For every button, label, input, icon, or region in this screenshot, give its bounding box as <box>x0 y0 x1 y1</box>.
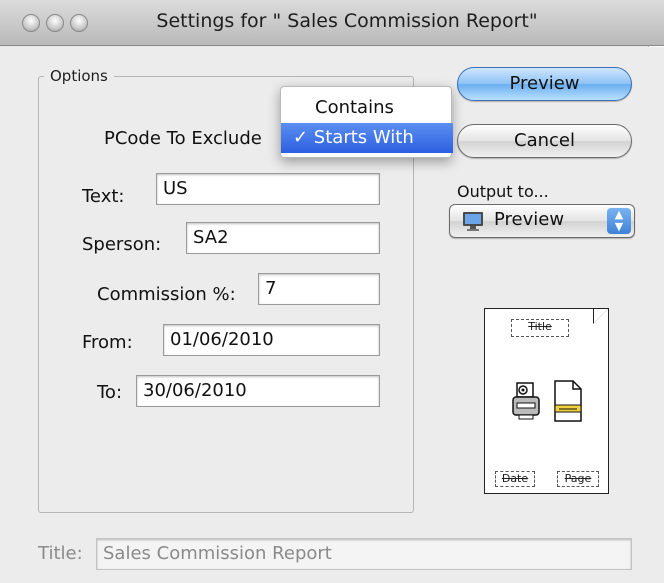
output-to-select[interactable]: Preview ▲ ▼ <box>449 204 635 238</box>
sperson-label: Sperson: <box>82 234 162 255</box>
text-label: Text: <box>82 186 125 207</box>
cancel-button[interactable]: Cancel <box>457 124 632 158</box>
pcode-match-menu: Contains ✓ Starts With <box>280 86 453 158</box>
preview-button[interactable]: Preview <box>457 67 632 101</box>
commission-label: Commission %: <box>97 284 236 305</box>
sperson-field[interactable]: SA2 <box>186 222 380 254</box>
text-field[interactable]: US <box>156 173 380 205</box>
monitor-icon <box>462 211 484 235</box>
menu-item-starts-with[interactable]: ✓ Starts With <box>281 123 453 153</box>
select-arrows-icon: ▲ ▼ <box>607 208 631 234</box>
from-label: From: <box>82 332 133 353</box>
footer-title-label: Title: <box>38 543 83 564</box>
printer-icon <box>511 381 545 425</box>
page-fold-corner-fill <box>594 309 608 323</box>
from-date-field[interactable]: 01/06/2010 <box>163 324 380 356</box>
window-titlebar: Settings for " Sales Commission Report" <box>0 0 664 46</box>
pcode-label: PCode To Exclude <box>104 128 262 149</box>
output-to-label: Output to... <box>457 182 549 201</box>
options-group-label: Options <box>44 67 114 85</box>
preview-date-box: Date <box>495 471 535 487</box>
footer-title-field[interactable]: Sales Commission Report <box>96 538 632 570</box>
preview-page-box: Page <box>557 471 599 487</box>
window-title: Settings for " Sales Commission Report" <box>156 10 538 32</box>
page-layout-preview: Title Date Page <box>484 308 609 494</box>
menu-item-contains[interactable]: Contains <box>281 93 453 123</box>
output-selected-value: Preview <box>494 209 565 230</box>
to-date-field[interactable]: 30/06/2010 <box>136 375 380 407</box>
report-page-icon <box>551 379 585 427</box>
preview-title-box: Title <box>511 319 569 337</box>
commission-field[interactable]: 7 <box>258 273 380 305</box>
to-label: To: <box>97 382 123 403</box>
